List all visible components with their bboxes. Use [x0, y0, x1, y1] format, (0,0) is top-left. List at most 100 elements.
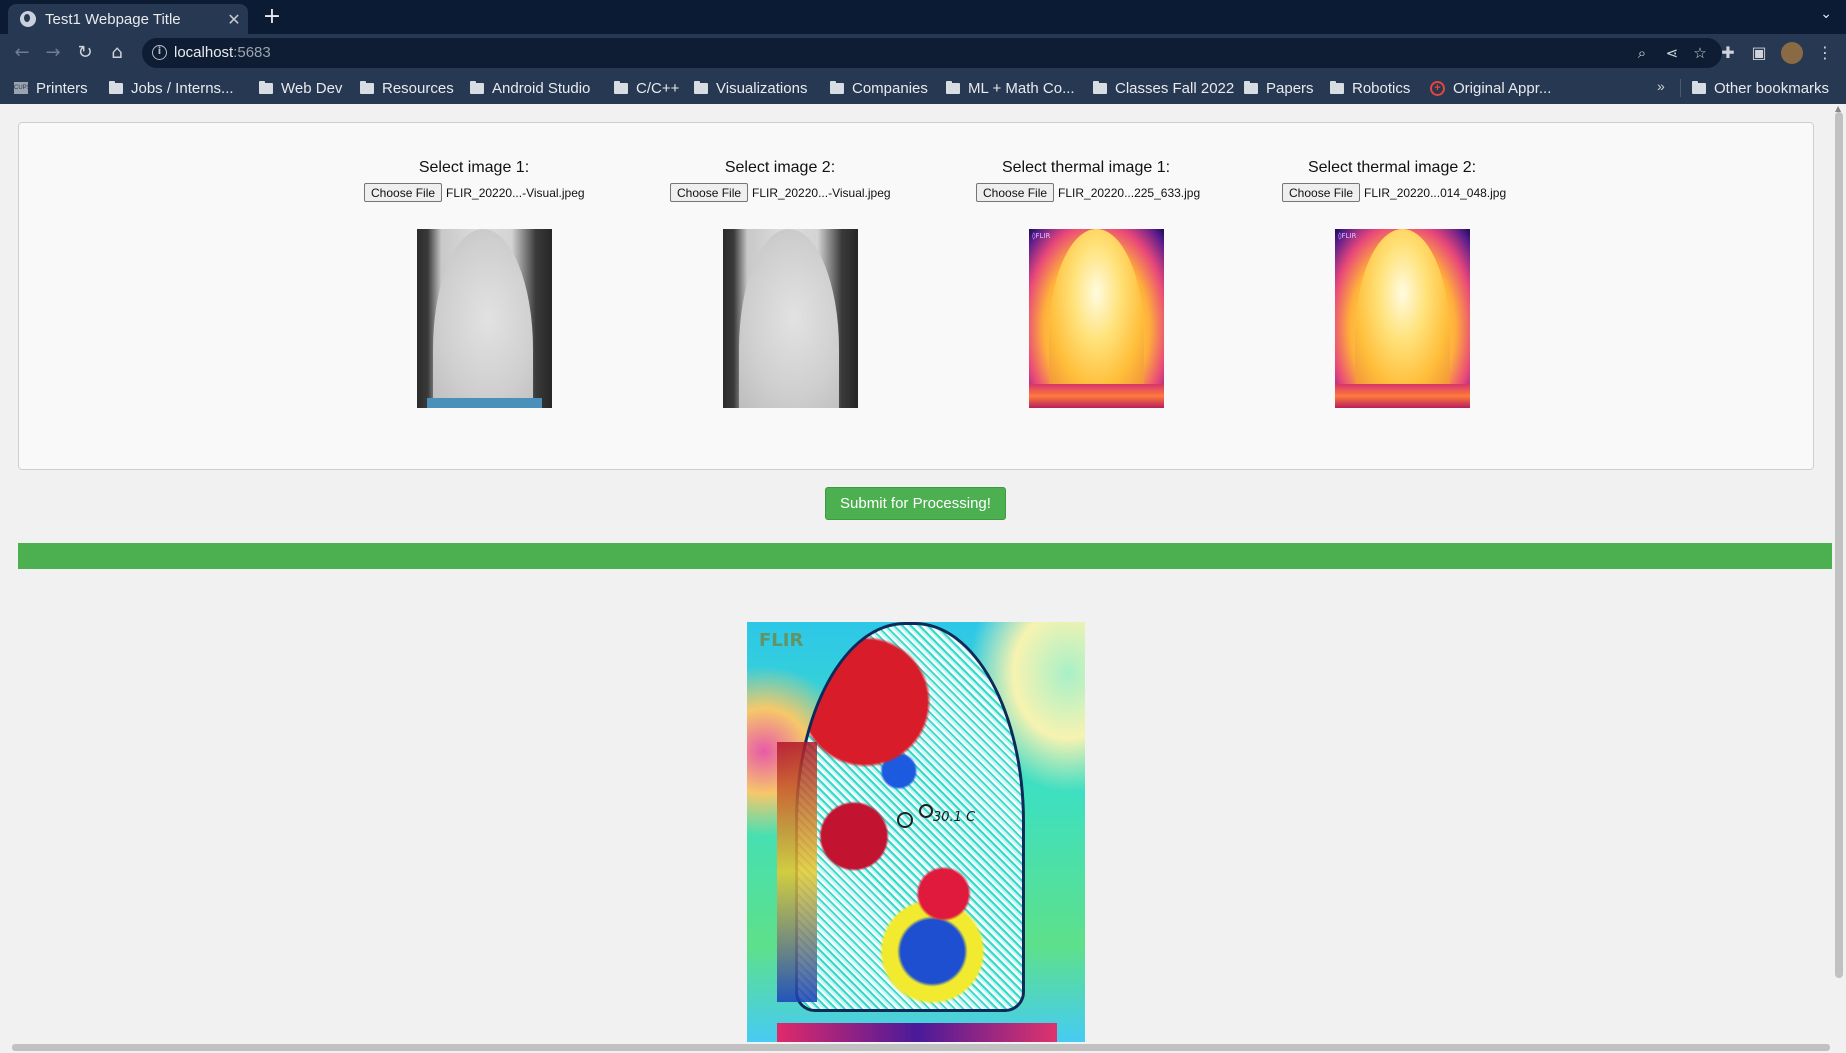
file-input[interactable]: Choose File FLIR_20220...-Visual.jpeg	[364, 183, 604, 202]
folder-icon	[259, 80, 273, 94]
file-name: FLIR_20220...-Visual.jpeg	[446, 185, 585, 200]
choose-file-button[interactable]: Choose File	[976, 183, 1055, 202]
bookmark-label: Web Dev	[281, 79, 343, 97]
flir-watermark: ◊FLIR	[1032, 232, 1051, 240]
address-bar[interactable]: i localhost:5683 ⌕ ⋖ ☆	[142, 38, 1722, 68]
back-icon[interactable]: ←	[10, 41, 34, 65]
file-input[interactable]: Choose File FLIR_20220...-Visual.jpeg	[670, 183, 910, 202]
folder-icon	[946, 80, 960, 94]
bookmark-label: Original Appr...	[1453, 79, 1552, 97]
result-image: FLIR 30.1 C	[747, 622, 1085, 1053]
bookmark-label: Visualizations	[716, 79, 808, 97]
browser-toolbar: ← → ↻ ⌂ i localhost:5683 ⌕ ⋖ ☆ ✚ ▣ ⋮	[0, 34, 1846, 72]
flir-watermark: FLIR	[759, 630, 804, 651]
slot-label: Select image 1:	[418, 159, 530, 176]
tab-search-button[interactable]: ⌄	[1820, 6, 1832, 22]
bookmark-label: Classes Fall 2022	[1115, 79, 1235, 97]
preview-thermal-2: ◊FLIR	[1335, 229, 1470, 408]
scroll-thumb[interactable]	[12, 1044, 1830, 1051]
extensions-icon[interactable]: ✚	[1718, 43, 1738, 63]
bookmark-robotics[interactable]: Robotics	[1330, 77, 1410, 99]
bookmark-label: Robotics	[1352, 79, 1411, 97]
bookmark-companies[interactable]: Companies	[830, 77, 928, 99]
cuff-shape	[427, 398, 542, 408]
file-input[interactable]: Choose File FLIR_20220...014_048.jpg	[1282, 183, 1522, 202]
folder-icon	[360, 80, 374, 94]
scroll-thumb[interactable]	[1835, 112, 1843, 978]
url-port: :5683	[233, 44, 271, 61]
choose-file-button[interactable]: Choose File	[364, 183, 443, 202]
bookmark-original-appr[interactable]: + Original Appr...	[1430, 77, 1551, 99]
preview-image-2	[723, 229, 858, 408]
printer-icon: CUPS	[14, 82, 31, 94]
bookmark-papers[interactable]: Papers	[1244, 77, 1314, 99]
choose-file-button[interactable]: Choose File	[670, 183, 749, 202]
url-text[interactable]: localhost:5683	[174, 44, 271, 61]
slot-label: Select image 2:	[724, 159, 836, 176]
flir-watermark: ◊FLIR	[1338, 232, 1357, 240]
upload-panel: Select image 1: Choose File FLIR_20220..…	[18, 122, 1814, 470]
folder-icon	[614, 80, 628, 94]
crosshair-icon	[919, 804, 933, 818]
globe-icon	[20, 11, 36, 27]
temperature-readout: 30.1 C	[933, 810, 976, 825]
choose-file-button[interactable]: Choose File	[1282, 183, 1361, 202]
bookmark-visualizations[interactable]: Visualizations	[694, 77, 807, 99]
active-tab[interactable]: Test1 Webpage Title ✕	[8, 4, 248, 34]
preview-image-1	[417, 229, 552, 408]
progress-fill	[18, 543, 1832, 569]
bookmark-jobs[interactable]: Jobs / Interns...	[109, 77, 234, 99]
submit-button[interactable]: Submit for Processing!	[825, 487, 1006, 520]
tab-title: Test1 Webpage Title	[45, 10, 181, 28]
bookmark-printers[interactable]: CUPS Printers	[14, 77, 88, 99]
bookmark-android-studio[interactable]: Android Studio	[470, 77, 590, 99]
new-tab-button[interactable]: +	[258, 4, 286, 32]
bookmark-star-icon[interactable]: ☆	[1690, 44, 1710, 62]
close-tab-icon[interactable]: ✕	[220, 10, 248, 29]
vertical-scrollbar[interactable]: ▲	[1832, 104, 1846, 1043]
profile-avatar[interactable]	[1781, 42, 1803, 64]
slot-label: Select thermal image 1:	[1001, 159, 1171, 176]
folder-icon	[470, 80, 484, 94]
page-content: Select image 1: Choose File FLIR_20220..…	[0, 104, 1846, 1053]
share-icon[interactable]: ⋖	[1662, 44, 1682, 62]
info-icon[interactable]: i	[152, 45, 167, 60]
bookmark-c-cpp[interactable]: C/C++	[614, 77, 679, 99]
forward-icon[interactable]: →	[41, 41, 65, 65]
bookmarks-overflow-icon[interactable]: »	[1657, 78, 1665, 94]
home-icon[interactable]: ⌂	[105, 41, 129, 65]
reload-icon[interactable]: ↻	[73, 41, 97, 65]
upload-slot-image-2: Select image 2: Choose File FLIR_20220..…	[650, 123, 910, 463]
url-host: localhost	[174, 44, 234, 61]
menu-kebab-icon[interactable]: ⋮	[1815, 43, 1835, 63]
side-panel-icon[interactable]: ▣	[1749, 43, 1769, 63]
preview-thermal-1: ◊FLIR	[1029, 229, 1164, 408]
folder-icon	[1692, 80, 1706, 94]
bookmark-web-dev[interactable]: Web Dev	[259, 77, 342, 99]
leg-shape	[433, 229, 533, 408]
bookmark-ml-math[interactable]: ML + Math Co...	[946, 77, 1075, 99]
bookmark-resources[interactable]: Resources	[360, 77, 454, 99]
band-shape	[1029, 384, 1164, 408]
file-input[interactable]: Choose File FLIR_20220...225_633.jpg	[976, 183, 1216, 202]
bookmark-classes-fall-2022[interactable]: Classes Fall 2022	[1093, 77, 1234, 99]
bookmark-label: Other bookmarks	[1714, 79, 1830, 97]
upload-slot-thermal-2: Select thermal image 2: Choose File FLIR…	[1262, 123, 1522, 463]
horizontal-scrollbar[interactable]	[0, 1042, 1846, 1053]
tab-strip: Test1 Webpage Title ✕ + ⌄	[0, 0, 1846, 34]
zoom-icon[interactable]: ⌕	[1632, 44, 1652, 62]
bookmarks-bar: CUPS Printers Jobs / Interns... Web Dev R…	[0, 72, 1846, 104]
folder-icon	[694, 80, 708, 94]
leg-shape	[1049, 229, 1144, 389]
bookmark-label: Papers	[1266, 79, 1314, 97]
bookmark-label: Printers	[36, 79, 88, 97]
bookmark-label: ML + Math Co...	[968, 79, 1075, 97]
crosshair-icon	[897, 812, 913, 828]
folder-icon	[1244, 80, 1258, 94]
upload-slot-image-1: Select image 1: Choose File FLIR_20220..…	[344, 123, 604, 463]
bookmark-other[interactable]: Other bookmarks	[1692, 77, 1829, 99]
file-name: FLIR_20220...225_633.jpg	[1058, 185, 1201, 200]
folder-icon	[1093, 80, 1107, 94]
bookmark-label: C/C++	[636, 79, 680, 97]
folder-icon	[109, 80, 123, 94]
